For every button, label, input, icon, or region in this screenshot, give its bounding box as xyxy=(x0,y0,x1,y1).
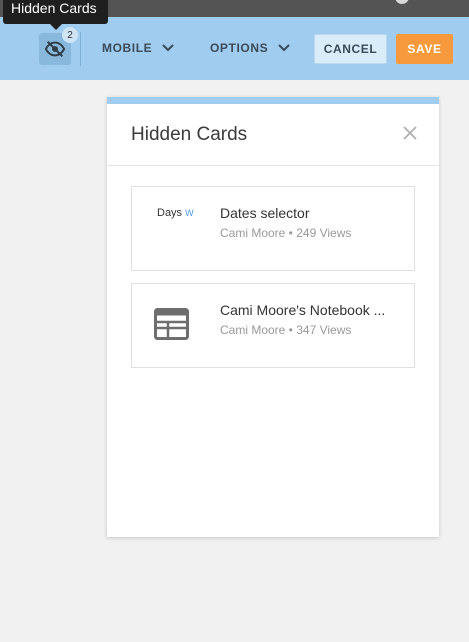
hidden-card-notebook[interactable]: Cami Moore's Notebook ... Cami Moore • 3… xyxy=(131,283,415,368)
hidden-card-dates-selector[interactable]: Days W Dates selector Cami Moore • 249 Vi… xyxy=(131,186,415,271)
close-icon[interactable] xyxy=(401,124,419,142)
chevron-down-icon xyxy=(278,44,290,52)
cancel-button[interactable]: CANCEL xyxy=(314,34,387,64)
panel-header: Hidden Cards xyxy=(107,104,439,166)
card-thumbnail xyxy=(132,284,212,367)
card-thumbnail: Days W xyxy=(132,187,212,270)
options-label: OPTIONS xyxy=(210,41,269,55)
mobile-label: MOBILE xyxy=(102,41,153,55)
card-title: Dates selector xyxy=(220,205,310,221)
save-button[interactable]: SAVE xyxy=(396,34,453,64)
card-title: Cami Moore's Notebook ... xyxy=(220,302,386,318)
toolbar-divider xyxy=(80,32,81,66)
card-meta: Cami Moore • 249 Views xyxy=(220,226,352,240)
options-dropdown[interactable]: OPTIONS xyxy=(210,41,290,55)
user-icon[interactable] xyxy=(395,0,409,4)
hidden-cards-panel: Hidden Cards Days W Dates selector Cami M… xyxy=(107,97,439,537)
thumbnail-label: Days xyxy=(157,207,183,219)
table-icon xyxy=(154,308,189,340)
mobile-dropdown[interactable]: MOBILE xyxy=(102,41,174,55)
thumbnail-accent: W xyxy=(185,208,194,218)
panel-title: Hidden Cards xyxy=(131,124,248,145)
hidden-count-badge: 2 xyxy=(62,27,78,43)
card-meta: Cami Moore • 347 Views xyxy=(220,323,352,337)
chevron-down-icon xyxy=(162,44,174,52)
hidden-cards-tooltip: Hidden Cards xyxy=(3,0,108,30)
eye-off-icon xyxy=(44,40,66,58)
thumbnail-preview: Days W xyxy=(157,207,199,219)
